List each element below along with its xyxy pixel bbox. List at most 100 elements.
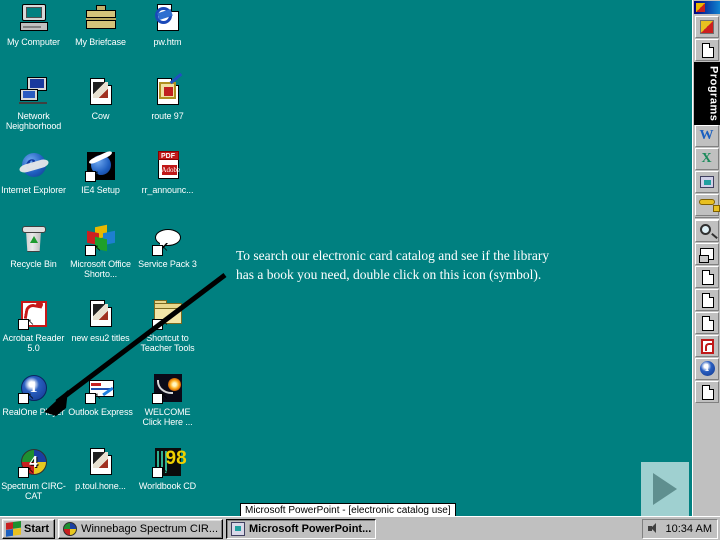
acrobat-reader-icon bbox=[17, 298, 50, 330]
excel-button[interactable]: X bbox=[694, 148, 719, 171]
desktop-icon-rr-announc[interactable]: Adobe PDF rr_announc... bbox=[134, 148, 201, 222]
office-shortcut-bar-icon bbox=[695, 3, 705, 12]
pdf-icon bbox=[700, 339, 714, 355]
desktop-icon-p-toul-hone[interactable]: p.toul.hone... bbox=[67, 444, 134, 518]
desktop-icon-pw-htm[interactable]: pw.htm bbox=[134, 0, 201, 74]
taskbar-item-label: Microsoft PowerPoint... bbox=[249, 522, 372, 535]
welcome-icon bbox=[151, 372, 184, 404]
document-2-button[interactable] bbox=[694, 289, 719, 312]
document-4-button[interactable] bbox=[694, 381, 719, 404]
briefcase-icon bbox=[85, 2, 117, 34]
shortcut-badge-icon bbox=[17, 467, 29, 478]
office-logo-button[interactable] bbox=[694, 16, 719, 38]
powerpoint-icon bbox=[699, 176, 714, 189]
image-document-icon bbox=[85, 446, 117, 478]
desktop-icon-label: new esu2 titles bbox=[71, 333, 130, 343]
desktop-icon-label: Shortcut to Teacher Tools bbox=[140, 333, 195, 353]
desktop-icon-internet-explorer[interactable]: e Internet Explorer bbox=[0, 148, 67, 222]
desktop-icon-label: RealOne Player bbox=[2, 407, 65, 417]
desktop-icon-cow[interactable]: Cow bbox=[67, 74, 134, 148]
image-document-icon bbox=[85, 298, 117, 330]
next-slide-button[interactable] bbox=[641, 462, 689, 516]
notes-button[interactable] bbox=[694, 243, 719, 266]
desktop-icon-label: Spectrum CIRC-CAT bbox=[1, 481, 66, 501]
find-file-button[interactable] bbox=[694, 220, 719, 243]
desktop-icon-shortcut-to-teacher-tools[interactable]: Shortcut to Teacher Tools bbox=[134, 296, 201, 370]
desktop-icon-worldbook-cd[interactable]: 98 Worldbook CD bbox=[134, 444, 201, 518]
play-triangle-icon bbox=[653, 473, 677, 505]
desktop-icon-label: route 97 bbox=[151, 111, 184, 121]
desktop-icon-label: My Briefcase bbox=[75, 37, 126, 47]
icon-row: 1 RealOne Player Outlook Express WELCOME… bbox=[0, 370, 210, 444]
start-button[interactable]: Start bbox=[2, 518, 56, 539]
office-bar-group-label: Programs bbox=[693, 62, 720, 126]
desktop-icon-outlook-express[interactable]: Outlook Express bbox=[67, 370, 134, 444]
document-icon bbox=[701, 316, 714, 332]
speaker-icon[interactable] bbox=[647, 523, 660, 534]
powerpoint-button[interactable] bbox=[694, 171, 719, 194]
icon-row: Acrobat Reader 5.0 new esu2 titles Short… bbox=[0, 296, 210, 370]
recycle-bin-icon bbox=[18, 224, 50, 256]
new-document-button[interactable] bbox=[694, 39, 719, 61]
desktop-icon-label: rr_announc... bbox=[141, 185, 194, 195]
windows-flag-icon bbox=[6, 520, 21, 537]
document-icon bbox=[701, 270, 714, 286]
service-pack-icon bbox=[151, 224, 184, 256]
desktop-icon-label: Microsoft Office Shorto... bbox=[70, 259, 131, 279]
spectrum-taskbar-icon bbox=[63, 521, 78, 536]
desktop-icon-label: Outlook Express bbox=[68, 407, 133, 417]
powerpoint-taskbar-icon bbox=[231, 521, 246, 536]
document-3-button[interactable] bbox=[694, 312, 719, 335]
access-button[interactable] bbox=[694, 194, 720, 217]
desktop-icon-label: Service Pack 3 bbox=[138, 259, 197, 269]
desktop-icon-label: Recycle Bin bbox=[10, 259, 57, 269]
taskbar-item-spectrum[interactable]: Winnebago Spectrum CIR... bbox=[58, 518, 224, 539]
desktop-icon-label: Cow bbox=[91, 111, 110, 121]
note-icon bbox=[698, 248, 714, 264]
shortcut-badge-icon bbox=[84, 245, 96, 256]
acrobat-button[interactable] bbox=[694, 335, 719, 358]
office-shortcut-bar-titlebar[interactable] bbox=[693, 1, 720, 14]
image-document-icon bbox=[85, 76, 117, 108]
internet-explorer-icon: e bbox=[17, 150, 50, 182]
desktop-icon-label: Network Neighborhood bbox=[5, 111, 62, 131]
taskbar-item-powerpoint[interactable]: Microsoft PowerPoint... bbox=[226, 518, 377, 539]
taskbar-item-label: Winnebago Spectrum CIR... bbox=[81, 522, 219, 535]
shortcut-badge-icon bbox=[151, 393, 163, 404]
realone-player-icon: 1 bbox=[17, 372, 50, 404]
desktop-icon-welcome[interactable]: WELCOME Click Here ... bbox=[134, 370, 201, 444]
desktop-icon-label: Internet Explorer bbox=[1, 185, 66, 195]
desktop-icon-grid: My Computer My Briefcase pw.htm Network … bbox=[0, 0, 210, 518]
desktop-icon-network-neighborhood[interactable]: Network Neighborhood bbox=[0, 74, 67, 148]
icon-row: 4 Spectrum CIRC-CAT p.toul.hone... 98 Wo… bbox=[0, 444, 210, 518]
document-1-button[interactable] bbox=[694, 266, 719, 289]
document-icon bbox=[701, 293, 714, 309]
worldbook-cd-icon: 98 bbox=[151, 446, 187, 478]
desktop-icon-route-97[interactable]: route 97 bbox=[134, 72, 201, 148]
clock[interactable]: 10:34 AM bbox=[666, 523, 712, 535]
microsoft-office-icon bbox=[84, 224, 117, 256]
office-shortcut-bar[interactable]: Programs W X bbox=[692, 0, 720, 516]
shortcut-badge-icon bbox=[151, 245, 163, 256]
spectrum-circ-cat-icon: 4 bbox=[17, 446, 50, 478]
realone-icon bbox=[699, 361, 715, 377]
desktop-icon-service-pack-3[interactable]: Service Pack 3 bbox=[134, 222, 201, 296]
desktop-icon-my-briefcase[interactable]: My Briefcase bbox=[67, 0, 134, 74]
desktop-icon-recycle-bin[interactable]: Recycle Bin bbox=[0, 222, 67, 296]
desktop-icon-realone-player[interactable]: 1 RealOne Player bbox=[0, 370, 67, 444]
word-button[interactable]: W bbox=[694, 125, 719, 148]
desktop-icon-label: Worldbook CD bbox=[138, 481, 197, 491]
document-icon bbox=[701, 43, 714, 58]
realone-button[interactable] bbox=[694, 358, 719, 381]
desktop-icon-label: pw.htm bbox=[153, 37, 182, 47]
route-document-icon bbox=[152, 72, 184, 108]
desktop-icon-spectrum-circ-cat[interactable]: 4 Spectrum CIRC-CAT bbox=[0, 444, 67, 518]
desktop-icon-my-computer[interactable]: My Computer bbox=[0, 0, 67, 74]
desktop-icon-ie4-setup[interactable]: IE4 Setup bbox=[67, 148, 134, 222]
shortcut-badge-icon bbox=[17, 319, 29, 330]
desktop-icon-new-esu2-titles[interactable]: new esu2 titles bbox=[67, 296, 134, 370]
icon-row: e Internet Explorer IE4 Setup AdobePDF r… bbox=[0, 148, 210, 222]
word-icon: W bbox=[699, 128, 714, 144]
desktop-icon-acrobat-reader[interactable]: Acrobat Reader 5.0 bbox=[0, 296, 67, 370]
desktop-icon-microsoft-office-shortcuts[interactable]: Microsoft Office Shorto... bbox=[67, 222, 134, 296]
